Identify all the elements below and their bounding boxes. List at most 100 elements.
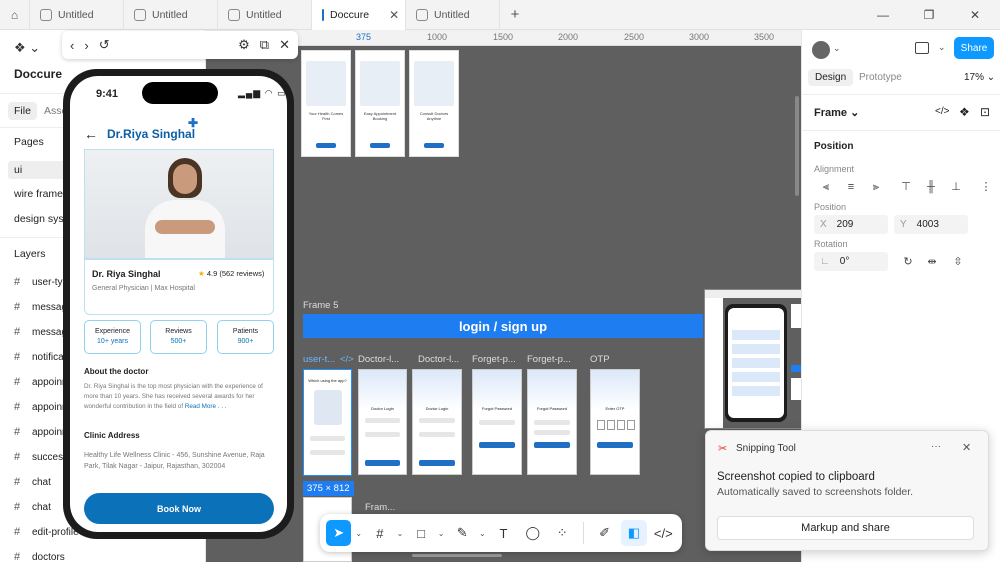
main-menu-icon[interactable]: ❖ ⌄ bbox=[14, 40, 40, 56]
align-right-icon[interactable]: ⫸ bbox=[870, 181, 882, 193]
dev-code-icon[interactable]: </> bbox=[935, 106, 949, 117]
layer-item[interactable]: # notifica bbox=[14, 351, 64, 363]
login-signup-banner[interactable]: login / sign up bbox=[303, 314, 703, 338]
align-bottom-icon[interactable]: ⊥ bbox=[950, 181, 962, 193]
medical-plus-icon: ✚ bbox=[188, 116, 199, 130]
onboarding-frame[interactable]: Easy Appointment Booking bbox=[355, 50, 405, 157]
zoom-level[interactable]: 17% ⌄ bbox=[964, 72, 995, 83]
frame-label: OTP bbox=[590, 354, 610, 365]
otp-frame[interactable]: Enter OTP bbox=[590, 369, 640, 475]
move-tool-button[interactable]: ➤ bbox=[326, 520, 352, 546]
design-mode-button[interactable]: ◧ bbox=[621, 520, 647, 546]
close-icon[interactable]: ✕ bbox=[962, 441, 971, 454]
shape-tool-button[interactable]: □ bbox=[408, 520, 433, 546]
actions-button[interactable]: ⁘ bbox=[550, 520, 575, 546]
align-top-icon[interactable]: ⊤ bbox=[900, 181, 912, 193]
y-field[interactable]: Y 4003 bbox=[894, 215, 968, 234]
new-tab-button[interactable]: + bbox=[500, 0, 530, 30]
layer-item[interactable]: # success bbox=[14, 451, 68, 463]
frame-icon: # bbox=[14, 276, 21, 288]
phone-preview: 9:41 ▂▄▆ ◠ ▭ ← Dr.Riya Singhal ✚ Dr. Riy… bbox=[63, 69, 294, 539]
align-left-icon[interactable]: ⫷ bbox=[820, 181, 832, 193]
layer-item[interactable]: # appoinr bbox=[14, 401, 65, 413]
rotation-field[interactable]: ∟ 0° bbox=[814, 252, 888, 271]
refresh-icon[interactable]: ↺ bbox=[99, 37, 110, 53]
frame-selector[interactable]: Frame ⌄ bbox=[814, 106, 859, 119]
onboarding-frame[interactable]: Consult Doctors Anytime bbox=[409, 50, 459, 157]
doctor-login-frame[interactable]: Doctor Login bbox=[412, 369, 462, 475]
open-external-icon[interactable]: ⧉ bbox=[260, 37, 269, 53]
frame-icon: # bbox=[14, 326, 21, 338]
chevron-down-icon[interactable]: ⌄ bbox=[438, 529, 446, 538]
project-name[interactable]: Doccure bbox=[14, 67, 62, 81]
share-button[interactable]: Share bbox=[954, 37, 994, 59]
x-field[interactable]: X 209 bbox=[814, 215, 888, 234]
close-window-button[interactable]: ✕ bbox=[952, 0, 998, 30]
present-icon[interactable] bbox=[915, 42, 929, 54]
close-icon[interactable]: ✕ bbox=[279, 37, 290, 53]
flip-horizontal-icon[interactable]: ⇹ bbox=[926, 256, 938, 268]
maximize-button[interactable]: ❐ bbox=[906, 0, 952, 30]
doctor-login-frame[interactable]: Doctor Login bbox=[358, 369, 407, 475]
rotate-icon[interactable]: ↻ bbox=[902, 256, 914, 268]
scrollbar[interactable] bbox=[795, 96, 799, 196]
layer-item[interactable]: # appoinr bbox=[14, 426, 65, 438]
snipping-tool-icon: ✂ bbox=[718, 443, 728, 455]
chevron-down-icon[interactable]: ⌄ bbox=[833, 43, 841, 54]
app-name: Snipping Tool bbox=[736, 443, 796, 454]
layer-item[interactable]: # doctors bbox=[14, 551, 65, 563]
back-arrow-icon[interactable]: ← bbox=[84, 126, 98, 142]
chevron-down-icon[interactable]: ⌄ bbox=[355, 529, 363, 538]
forgot-password-frame[interactable]: Forgot Password bbox=[527, 369, 577, 475]
forgot-password-frame[interactable]: Forgot Password bbox=[472, 369, 522, 475]
tab-untitled-5[interactable]: Untitled bbox=[406, 0, 500, 30]
read-more-link[interactable]: Read More . . . bbox=[185, 403, 227, 410]
scrollbar[interactable] bbox=[412, 554, 502, 557]
component-icon[interactable]: ❖ bbox=[959, 105, 970, 119]
tab-design[interactable]: Design bbox=[808, 69, 854, 86]
chevron-down-icon[interactable]: ⌄ bbox=[397, 529, 405, 538]
chevron-down-icon[interactable]: ⌄ bbox=[938, 42, 946, 53]
forward-icon[interactable]: › bbox=[84, 38, 88, 53]
dev-mode-button[interactable]: </> bbox=[651, 520, 676, 546]
page-item-wire-frame[interactable]: wire frame bbox=[14, 188, 63, 200]
align-center-v-icon[interactable]: ╫ bbox=[925, 181, 937, 193]
tab-untitled-3[interactable]: Untitled bbox=[218, 0, 312, 30]
avatar[interactable] bbox=[812, 41, 830, 59]
onboarding-frame[interactable]: Your Health Comes First bbox=[301, 50, 351, 157]
home-tab[interactable]: ⌂ bbox=[0, 0, 30, 30]
tab-untitled-2[interactable]: Untitled bbox=[124, 0, 218, 30]
tab-untitled-1[interactable]: Untitled bbox=[30, 0, 124, 30]
pen-tool-button[interactable]: ✎ bbox=[450, 520, 475, 546]
layer-item[interactable]: # chat bbox=[14, 501, 51, 513]
distribute-icon[interactable]: ⋮ bbox=[980, 181, 992, 193]
boolean-icon[interactable]: ⊡ bbox=[980, 105, 990, 119]
layers-title: Layers bbox=[14, 248, 46, 260]
file-tab[interactable]: File bbox=[8, 102, 37, 120]
comment-tool-button[interactable]: ◯ bbox=[520, 520, 545, 546]
more-options-icon[interactable]: ··· bbox=[931, 441, 941, 452]
layer-item[interactable]: # user-ty bbox=[14, 276, 63, 288]
text-tool-button[interactable]: T bbox=[491, 520, 516, 546]
book-now-button[interactable]: Book Now bbox=[84, 493, 274, 524]
align-center-h-icon[interactable]: ≡ bbox=[845, 181, 857, 193]
close-tab-icon[interactable]: ✕ bbox=[389, 8, 399, 22]
layer-item[interactable]: # appoinr bbox=[14, 376, 65, 388]
layer-item[interactable]: # edit-profile bbox=[14, 526, 79, 538]
back-icon[interactable]: ‹ bbox=[70, 38, 74, 53]
settings-icon[interactable]: ⚙ bbox=[238, 37, 250, 53]
draw-mode-button[interactable]: ✐ bbox=[592, 520, 617, 546]
flip-vertical-icon[interactable]: ⇳ bbox=[952, 256, 964, 268]
minimize-button[interactable]: — bbox=[860, 0, 906, 30]
layer-item[interactable]: # messag bbox=[14, 301, 67, 313]
layer-item[interactable]: # messag bbox=[14, 326, 67, 338]
frame-icon: # bbox=[14, 426, 21, 438]
frame-tool-button[interactable]: # bbox=[367, 520, 392, 546]
frame-icon: # bbox=[14, 301, 21, 313]
markup-and-share-button[interactable]: Markup and share bbox=[717, 516, 974, 540]
tab-prototype[interactable]: Prototype bbox=[859, 72, 902, 83]
chevron-down-icon[interactable]: ⌄ bbox=[479, 529, 487, 538]
tab-doccure[interactable]: Doccure ✕ bbox=[312, 0, 406, 30]
layer-item[interactable]: # chat bbox=[14, 476, 51, 488]
user-type-frame[interactable]: Which using the app? bbox=[303, 369, 352, 476]
